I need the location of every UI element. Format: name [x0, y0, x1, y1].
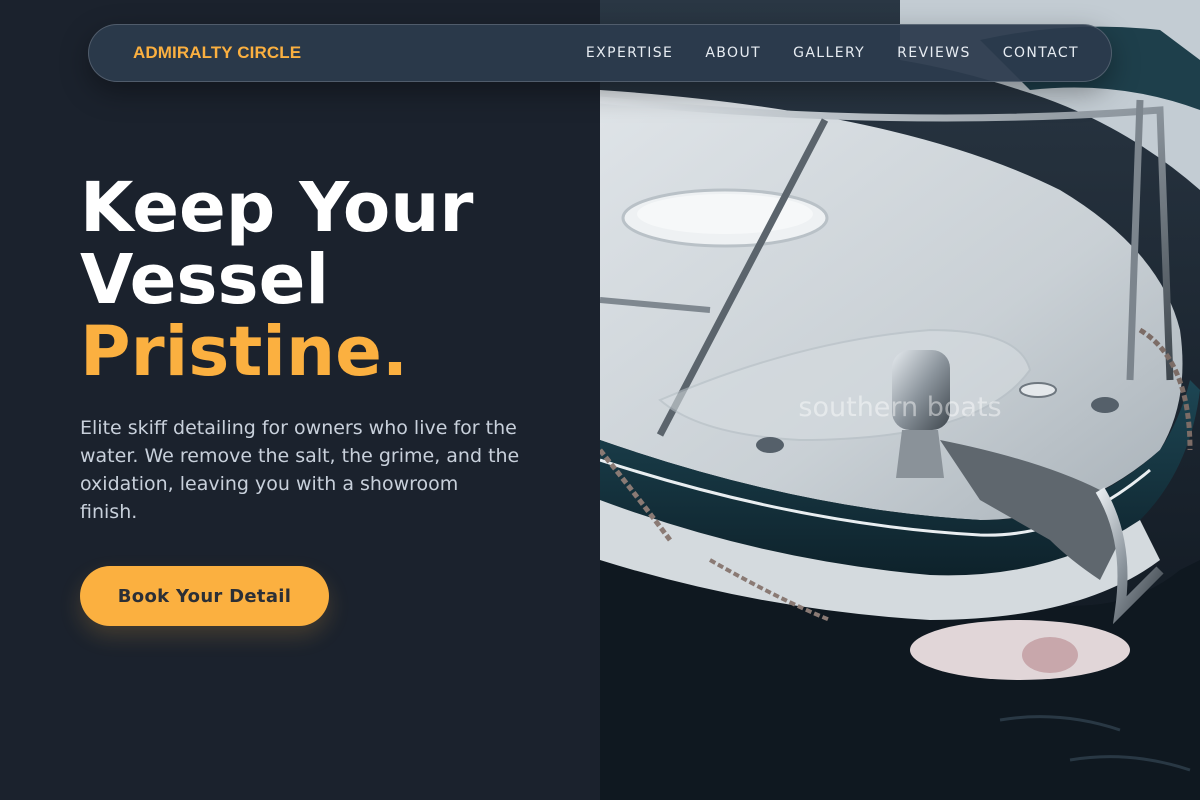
hero-title-line-2: Vessel [80, 240, 330, 320]
book-detail-button[interactable]: Book Your Detail [80, 566, 329, 626]
brand-logo[interactable]: ADMIRALTY CIRCLE [133, 43, 301, 63]
nav-item-reviews[interactable]: REVIEWS [897, 45, 971, 61]
nav-item-expertise[interactable]: EXPERTISE [586, 45, 673, 61]
hero-left-panel [0, 0, 600, 800]
hero-subtitle: Elite skiff detailing for owners who liv… [80, 417, 520, 523]
hero-title: Keep Your Vessel Pristine. [80, 172, 473, 388]
nav-item-contact[interactable]: CONTACT [1003, 45, 1079, 61]
nav-menu: EXPERTISE ABOUT GALLERY REVIEWS CONTACT [586, 45, 1079, 61]
photo-watermark: southern boats [798, 392, 1001, 423]
hero-boat-photo: southern boats [600, 0, 1200, 800]
boat-image: southern boats [600, 0, 1200, 800]
top-navigation-bar: ADMIRALTY CIRCLE EXPERTISE ABOUT GALLERY… [88, 24, 1112, 82]
nav-item-gallery[interactable]: GALLERY [793, 45, 865, 61]
hero-title-accent: Pristine. [80, 312, 409, 392]
nav-item-about[interactable]: ABOUT [705, 45, 761, 61]
hero-title-line-1: Keep Your [80, 168, 474, 248]
